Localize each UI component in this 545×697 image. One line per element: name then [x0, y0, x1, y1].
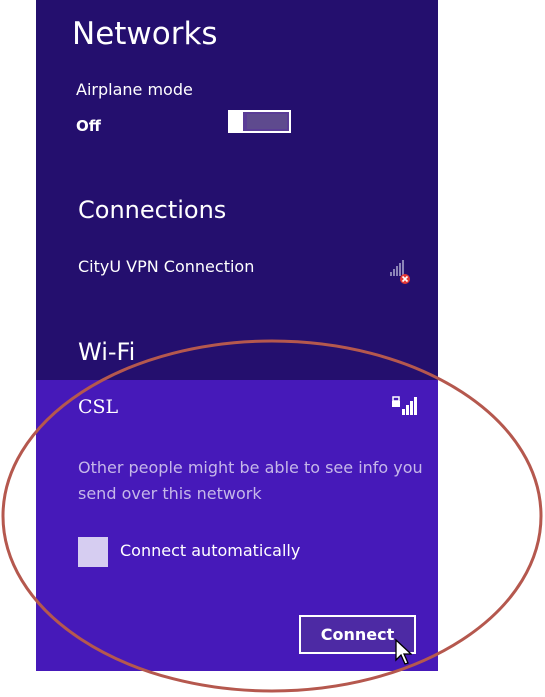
networks-panel: Networks Airplane mode Off Connections C…	[36, 0, 438, 671]
panel-title: Networks	[72, 16, 218, 52]
toggle-thumb[interactable]	[230, 112, 243, 131]
airplane-mode-toggle[interactable]	[228, 110, 291, 133]
airplane-mode-label: Airplane mode	[76, 80, 193, 99]
security-warning-text: Other people might be able to see info y…	[78, 458, 423, 503]
wifi-secured-signal-icon	[392, 396, 417, 415]
wifi-heading: Wi-Fi	[78, 338, 136, 366]
vpn-connection-item[interactable]: CityU VPN Connection	[78, 257, 254, 276]
connect-automatically-label[interactable]: Connect automatically	[120, 541, 300, 560]
mouse-pointer-icon	[395, 638, 412, 665]
vpn-disconnected-icon[interactable]	[389, 255, 411, 285]
connections-heading: Connections	[78, 196, 227, 224]
connect-automatically-checkbox[interactable]	[78, 537, 108, 567]
airplane-mode-state: Off	[76, 117, 101, 135]
toggle-track	[247, 114, 287, 129]
wifi-network-name[interactable]: CSL	[78, 396, 118, 418]
